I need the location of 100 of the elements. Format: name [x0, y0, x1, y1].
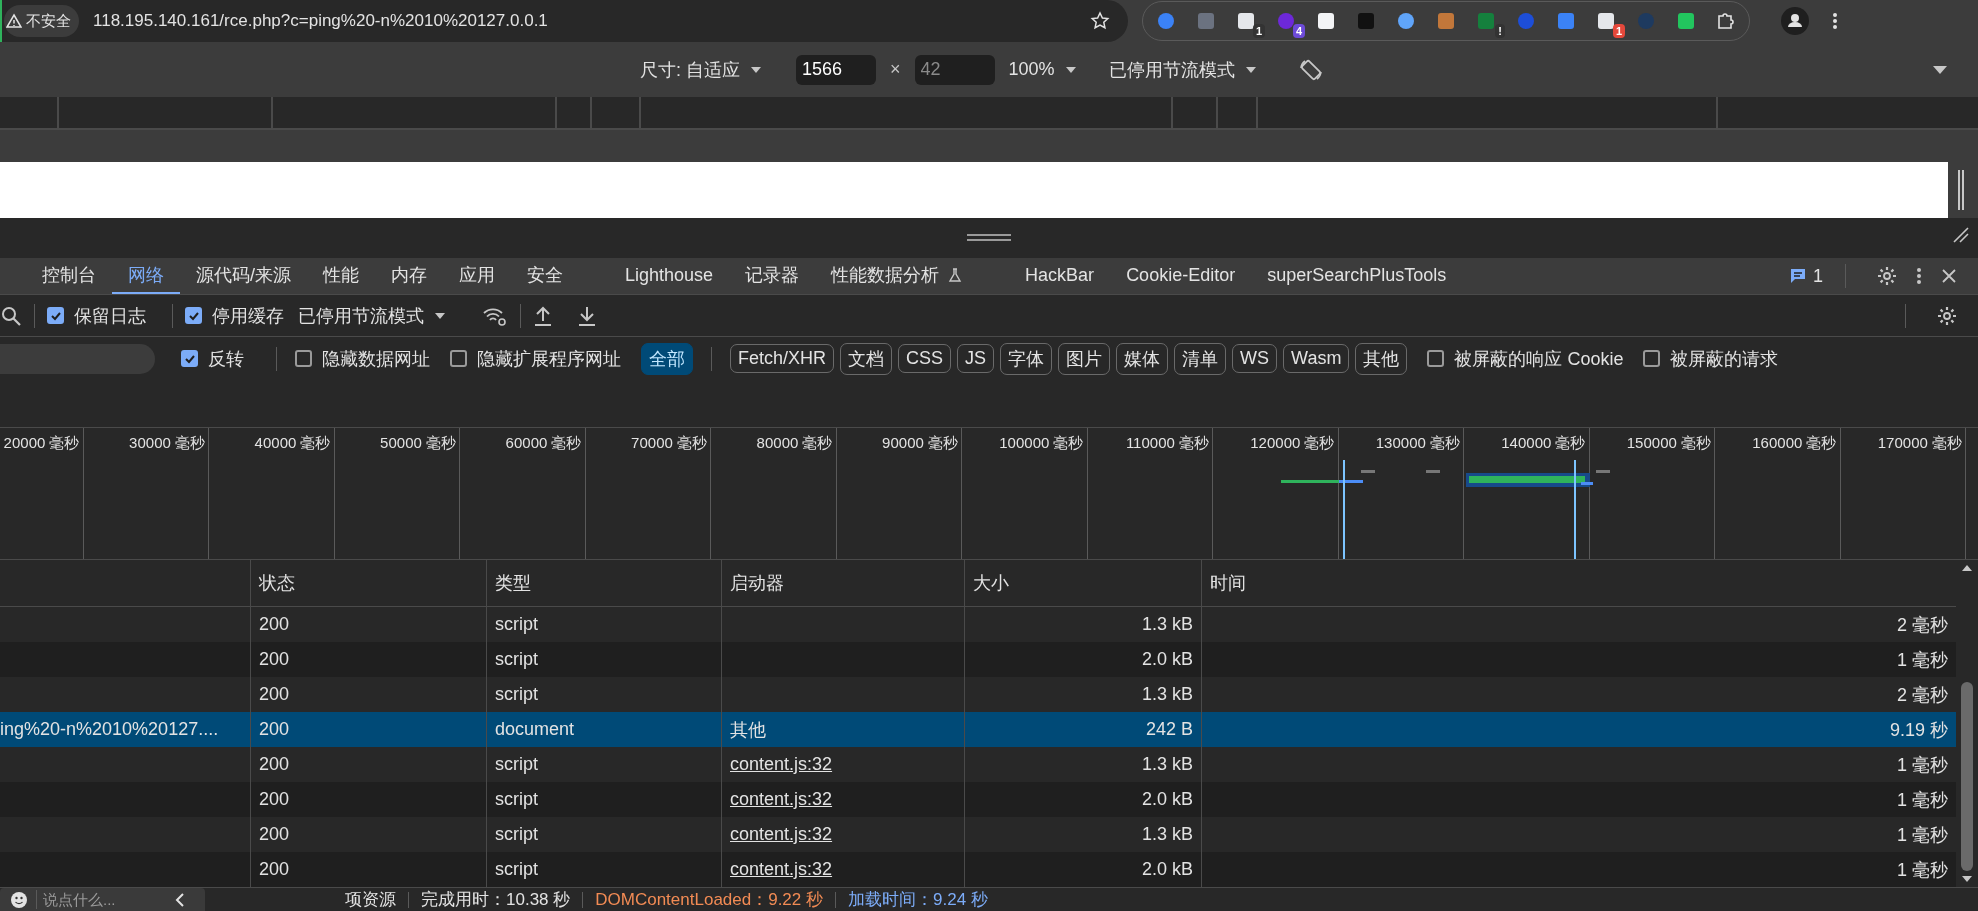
column-header[interactable]: 时间 — [1202, 560, 1956, 606]
devtools-tab[interactable]: 控制台 — [26, 258, 112, 294]
more-menu-icon[interactable] — [1916, 266, 1922, 286]
zoom-dropdown[interactable]: 100% — [1008, 59, 1077, 80]
table-row[interactable]: 200 script content.js:32 2.0 kB 1 毫秒 — [0, 852, 1956, 887]
more-menu-icon[interactable] — [1832, 11, 1838, 31]
scrollbar-thumb[interactable] — [1961, 682, 1973, 871]
table-cell: 2.0 kB — [1141, 649, 1193, 670]
url-text: 118.195.140.161/rce.php?c=ping%20-n%2010%20127.0.0.1 — [93, 11, 548, 31]
settings-icon[interactable] — [1936, 304, 1958, 327]
filter-chip[interactable]: 图片 — [1058, 342, 1111, 375]
filter-chip[interactable]: JS — [957, 344, 995, 373]
checkbox[interactable] — [181, 350, 198, 367]
star-icon[interactable] — [1090, 11, 1110, 31]
table-cell-text: 2 毫秒 — [1897, 613, 1948, 637]
search-icon[interactable] — [0, 304, 22, 327]
table-cell: 200 — [259, 754, 290, 775]
filter-chip[interactable]: 全部 — [641, 342, 693, 375]
table-row[interactable]: ing%20-n%2010%20127.... 200 document 其他 242 B 9.19 秒 — [0, 712, 1956, 747]
table-cell-text: 其他 — [730, 718, 766, 742]
filter-chip[interactable]: 其他 — [1355, 342, 1408, 375]
filter-chip[interactable]: WS — [1232, 344, 1278, 373]
throttling-dropdown[interactable]: 已停用节流模式 — [298, 303, 446, 328]
puzzle-icon[interactable] — [1715, 10, 1737, 32]
filter-chip[interactable]: Fetch/XHR — [730, 344, 835, 373]
checkbox[interactable] — [47, 307, 64, 324]
table-cell: 200 — [259, 684, 290, 705]
settings-icon[interactable] — [1876, 265, 1898, 287]
width-field[interactable]: 1566 — [796, 54, 876, 85]
devtools-tab[interactable]: Lighthouse — [609, 258, 730, 294]
extension-icon[interactable] — [1315, 10, 1337, 32]
devtools-tab[interactable]: 记录器 — [729, 258, 816, 294]
corner-resize-icon[interactable] — [1952, 226, 1970, 244]
devtools-tab[interactable]: superSearchPlusTools — [1251, 258, 1463, 294]
drag-handle-icon[interactable] — [967, 233, 1011, 243]
filter-chip[interactable]: 清单 — [1174, 342, 1227, 375]
caret-icon — [434, 310, 446, 321]
extension-icon[interactable] — [1395, 10, 1417, 32]
checkbox[interactable] — [450, 350, 467, 367]
security-chip[interactable]: 不安全 — [4, 5, 79, 37]
tick-label: 140000 毫秒 — [1501, 434, 1586, 453]
filter-chip[interactable]: 字体 — [1000, 342, 1053, 375]
devtools-tab[interactable]: 内存 — [375, 258, 443, 294]
table-row[interactable]: 200 script content.js:32 2.0 kB 1 毫秒 — [0, 782, 1956, 817]
table-cell: script — [495, 789, 538, 810]
checkbox-label: 隐藏数据网址 — [322, 347, 430, 371]
message-icon — [1789, 267, 1807, 285]
initiator-link[interactable]: content.js:32 — [730, 824, 833, 845]
table-cell: 2.0 kB — [1141, 859, 1193, 880]
throttling-dropdown[interactable]: 已停用节流模式 — [1108, 57, 1257, 82]
table-cell: script — [495, 614, 538, 635]
checkbox[interactable] — [1643, 350, 1661, 367]
devtools-tab[interactable]: 性能数据分析 — [815, 258, 980, 294]
smiley-icon[interactable] — [10, 890, 28, 909]
filter-chip[interactable]: Wasm — [1283, 344, 1350, 373]
resize-handle-icon[interactable] — [1956, 170, 1966, 210]
table-cell: 1.3 kB — [1141, 754, 1193, 775]
address-bar[interactable]: 不安全 118.195.140.161/rce.php?c=ping%20-n%2010%20127.0.0.1 — [0, 0, 1128, 42]
download-icon[interactable] — [577, 304, 597, 327]
filter-chip[interactable]: 媒体 — [1116, 342, 1169, 375]
tick-label: 50000 毫秒 — [380, 434, 456, 453]
table-cell-text: 2 毫秒 — [1897, 683, 1948, 707]
devtools-tab[interactable]: 安全 — [511, 258, 579, 294]
chevron-left-icon[interactable] — [175, 891, 185, 908]
devtools-tab[interactable]: 源代码/来源 — [180, 258, 307, 294]
status-text: 完成用时：10.38 秒 — [421, 889, 571, 911]
checkbox[interactable] — [185, 307, 202, 324]
column-header[interactable]: 大小 — [965, 560, 1202, 606]
checkbox[interactable] — [1427, 350, 1445, 367]
checkbox-label: 停用缓存 — [212, 304, 284, 328]
height-field[interactable]: 42 — [914, 54, 995, 85]
caret-icon[interactable] — [1932, 64, 1948, 75]
initiator-link[interactable]: content.js:32 — [730, 789, 833, 810]
initiator-link[interactable]: content.js:32 — [730, 754, 833, 775]
tick-label: 160000 毫秒 — [1752, 434, 1837, 453]
column-header[interactable]: 状态 — [251, 560, 487, 606]
checkbox[interactable] — [295, 350, 312, 367]
extension-icon[interactable] — [1675, 10, 1697, 32]
initiator-link[interactable]: content.js:32 — [730, 859, 833, 880]
status-text: 项资源 — [345, 889, 396, 911]
dimensions-dropdown[interactable]: 尺寸: 自适应 — [640, 57, 762, 82]
devtools-tab[interactable]: 性能 — [307, 258, 375, 294]
filter-chip[interactable]: 文档 — [840, 342, 893, 375]
devtools-tab[interactable]: HackBar — [1009, 258, 1111, 294]
devtools-tab[interactable]: 应用 — [443, 258, 511, 294]
close-icon[interactable] — [1940, 267, 1958, 285]
security-label: 不安全 — [26, 11, 71, 31]
extension-icon[interactable] — [1235, 10, 1257, 32]
profile-icon[interactable] — [1780, 6, 1810, 36]
extension-icon[interactable] — [1595, 10, 1617, 32]
scroll-down-icon — [1961, 875, 1973, 883]
column-header[interactable]: 类型 — [487, 560, 722, 606]
filter-chip[interactable]: CSS — [898, 344, 952, 373]
table-row[interactable]: 200 script 2.0 kB 1 毫秒 — [0, 642, 1956, 677]
tick-label: 130000 毫秒 — [1375, 434, 1460, 453]
devtools-tab[interactable]: Cookie-Editor — [1110, 258, 1252, 294]
issues-button[interactable]: 1 — [1789, 258, 1823, 294]
column-header[interactable]: 启动器 — [722, 560, 965, 606]
times-sign: × — [890, 59, 901, 80]
upload-icon[interactable] — [533, 304, 553, 327]
